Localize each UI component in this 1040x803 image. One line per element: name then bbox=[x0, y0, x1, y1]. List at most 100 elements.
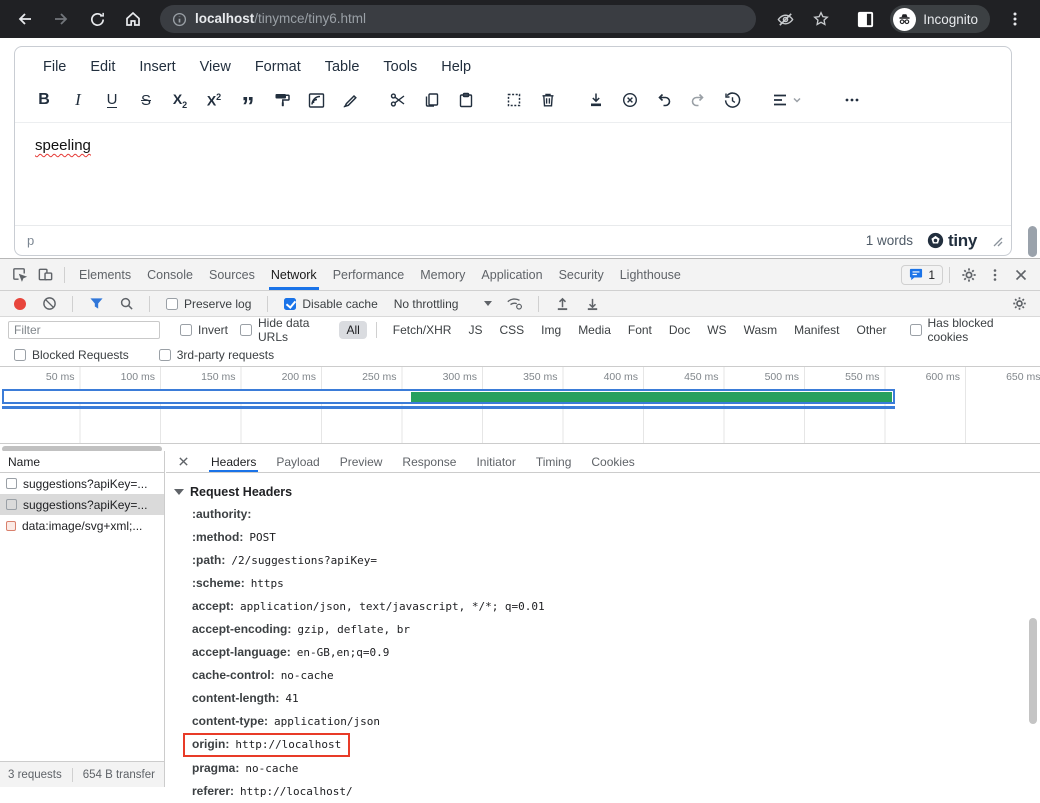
strikethrough-button[interactable]: S bbox=[129, 84, 163, 116]
address-bar[interactable]: localhost/tinymce/tiny6.html bbox=[160, 5, 756, 33]
preserve-log-box[interactable] bbox=[166, 298, 178, 310]
request-row[interactable]: data:image/svg+xml;... bbox=[0, 515, 164, 536]
side-panel-icon[interactable] bbox=[850, 4, 880, 34]
disable-cache-checkbox[interactable]: Disable cache bbox=[278, 297, 383, 311]
devtools-tab-application[interactable]: Application bbox=[473, 259, 550, 290]
devtools-tab-network[interactable]: Network bbox=[263, 259, 325, 290]
editor-menu-format[interactable]: Format bbox=[245, 56, 311, 78]
home-icon[interactable] bbox=[118, 4, 148, 34]
disable-cache-box[interactable] bbox=[284, 298, 296, 310]
element-path[interactable]: p bbox=[27, 233, 34, 248]
network-overview-timeline[interactable]: 50 ms100 ms150 ms200 ms250 ms300 ms350 m… bbox=[0, 367, 1040, 444]
cancel-button[interactable] bbox=[613, 84, 647, 116]
filter-type-ws[interactable]: WS bbox=[700, 321, 733, 339]
site-info-icon[interactable] bbox=[172, 12, 187, 27]
devtools-tab-performance[interactable]: Performance bbox=[325, 259, 413, 290]
filter-icon[interactable] bbox=[83, 291, 109, 317]
image-frame-button[interactable] bbox=[299, 84, 333, 116]
select-all-button[interactable] bbox=[497, 84, 531, 116]
misspelled-word[interactable]: speeling bbox=[35, 137, 91, 154]
filter-type-fetch-xhr[interactable]: Fetch/XHR bbox=[386, 321, 459, 339]
editor-menu-table[interactable]: Table bbox=[315, 56, 370, 78]
inspect-element-icon[interactable] bbox=[6, 262, 32, 288]
editor-menu-insert[interactable]: Insert bbox=[129, 56, 185, 78]
editor-content-area[interactable]: speeling bbox=[15, 122, 1011, 218]
superscript-button[interactable]: X2 bbox=[197, 84, 231, 116]
details-tab-payload[interactable]: Payload bbox=[266, 451, 329, 472]
undo-button[interactable] bbox=[647, 84, 681, 116]
details-tab-preview[interactable]: Preview bbox=[330, 451, 393, 472]
name-column-header[interactable]: Name bbox=[0, 451, 164, 473]
export-har-icon[interactable] bbox=[579, 291, 605, 317]
editor-menu-help[interactable]: Help bbox=[431, 56, 481, 78]
hide-data-urls-checkbox[interactable]: Hide data URLs bbox=[234, 316, 339, 344]
preserve-log-checkbox[interactable]: Preserve log bbox=[160, 297, 257, 311]
devtools-close-icon[interactable] bbox=[1008, 262, 1034, 288]
back-icon[interactable] bbox=[10, 4, 40, 34]
devtools-tab-security[interactable]: Security bbox=[551, 259, 612, 290]
details-tab-headers[interactable]: Headers bbox=[201, 451, 266, 472]
details-vertical-scrollbar[interactable] bbox=[1029, 618, 1037, 724]
devtools-tab-lighthouse[interactable]: Lighthouse bbox=[612, 259, 689, 290]
close-details-icon[interactable] bbox=[178, 456, 189, 467]
devtools-settings-icon[interactable] bbox=[956, 262, 982, 288]
details-tab-timing[interactable]: Timing bbox=[526, 451, 582, 472]
throttling-select[interactable]: No throttling bbox=[388, 297, 499, 311]
word-count[interactable]: 1 words bbox=[866, 233, 913, 248]
filter-type-manifest[interactable]: Manifest bbox=[787, 321, 846, 339]
has-blocked-cookies-checkbox[interactable]: Has blocked cookies bbox=[904, 316, 1032, 344]
network-conditions-icon[interactable] bbox=[502, 291, 528, 317]
filter-type-other[interactable]: Other bbox=[850, 321, 894, 339]
export-button[interactable] bbox=[579, 84, 613, 116]
browser-menu-icon[interactable] bbox=[1000, 4, 1030, 34]
request-row[interactable]: suggestions?apiKey=... bbox=[0, 494, 164, 515]
tiny-logo[interactable]: tiny bbox=[927, 231, 977, 251]
bold-button[interactable]: B bbox=[27, 84, 61, 116]
filter-type-all[interactable]: All bbox=[339, 321, 366, 339]
request-row[interactable]: suggestions?apiKey=... bbox=[0, 473, 164, 494]
bookmark-star-icon[interactable] bbox=[806, 4, 836, 34]
forward-icon[interactable] bbox=[46, 4, 76, 34]
console-message-badge[interactable]: 1 bbox=[901, 265, 943, 285]
invert-checkbox[interactable]: Invert bbox=[174, 323, 234, 337]
restore-draft-button[interactable] bbox=[715, 84, 749, 116]
delete-button[interactable] bbox=[531, 84, 565, 116]
subscript-button[interactable]: X2 bbox=[163, 84, 197, 116]
clear-network-log-icon[interactable] bbox=[36, 291, 62, 317]
redo-button[interactable] bbox=[681, 84, 715, 116]
third-party-requests-checkbox[interactable]: 3rd-party requests bbox=[153, 348, 280, 362]
blockquote-button[interactable]: ” bbox=[231, 84, 265, 116]
cut-button[interactable] bbox=[381, 84, 415, 116]
reload-icon[interactable] bbox=[82, 4, 112, 34]
details-tab-cookies[interactable]: Cookies bbox=[581, 451, 644, 472]
import-har-icon[interactable] bbox=[549, 291, 575, 317]
editor-menu-view[interactable]: View bbox=[190, 56, 241, 78]
devtools-tab-memory[interactable]: Memory bbox=[412, 259, 473, 290]
permanent-pen-button[interactable] bbox=[333, 84, 367, 116]
filter-input[interactable] bbox=[8, 321, 160, 339]
blocked-requests-checkbox[interactable]: Blocked Requests bbox=[8, 348, 135, 362]
format-painter-button[interactable] bbox=[265, 84, 299, 116]
editor-menu-edit[interactable]: Edit bbox=[80, 56, 125, 78]
filter-type-css[interactable]: CSS bbox=[492, 321, 531, 339]
page-scrollbar[interactable] bbox=[1028, 226, 1037, 257]
devtools-menu-icon[interactable] bbox=[982, 262, 1008, 288]
paste-button[interactable] bbox=[449, 84, 483, 116]
filter-type-js[interactable]: JS bbox=[461, 321, 489, 339]
devtools-tab-elements[interactable]: Elements bbox=[71, 259, 139, 290]
more-toolbar-button[interactable] bbox=[835, 84, 869, 116]
filter-type-font[interactable]: Font bbox=[621, 321, 659, 339]
devtools-tab-console[interactable]: Console bbox=[139, 259, 201, 290]
details-tab-response[interactable]: Response bbox=[392, 451, 466, 472]
device-toolbar-icon[interactable] bbox=[32, 262, 58, 288]
align-menu-button[interactable] bbox=[763, 84, 809, 116]
password-eye-off-icon[interactable] bbox=[770, 4, 800, 34]
filter-type-wasm[interactable]: Wasm bbox=[737, 321, 785, 339]
search-icon[interactable] bbox=[113, 291, 139, 317]
italic-button[interactable]: I bbox=[61, 84, 95, 116]
devtools-tab-sources[interactable]: Sources bbox=[201, 259, 263, 290]
copy-button[interactable] bbox=[415, 84, 449, 116]
filter-type-doc[interactable]: Doc bbox=[662, 321, 697, 339]
underline-button[interactable]: U bbox=[95, 84, 129, 116]
editor-menu-tools[interactable]: Tools bbox=[373, 56, 427, 78]
